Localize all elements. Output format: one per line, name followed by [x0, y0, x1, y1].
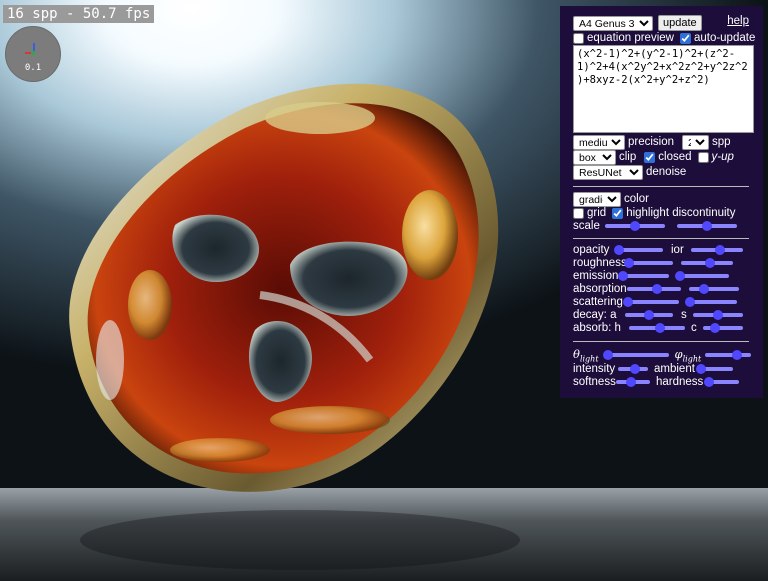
clip-select[interactable]: box [573, 149, 616, 165]
grid-checkbox[interactable] [573, 207, 584, 219]
slider-knob[interactable] [630, 221, 640, 231]
slider-knob[interactable] [732, 350, 743, 360]
closed-checkbox[interactable] [644, 151, 656, 163]
floor-reflection [80, 510, 520, 570]
divider [573, 186, 749, 187]
ambient-slider[interactable] [695, 364, 733, 374]
emission-slider[interactable] [618, 271, 669, 281]
decay-a-slider[interactable] [625, 310, 673, 320]
equation-preview-checkbox[interactable] [573, 32, 584, 44]
softness-slider[interactable] [616, 377, 650, 387]
slider-knob[interactable] [710, 323, 720, 333]
absorb-h-label: absorb: h [573, 322, 621, 334]
absorption-slider[interactable] [627, 284, 681, 294]
intensity-slider[interactable] [618, 364, 648, 374]
auto-update-label: auto-update [693, 32, 756, 44]
slider-knob[interactable] [704, 258, 715, 268]
precision-label: precision [628, 136, 675, 148]
hardness-slider[interactable] [703, 377, 740, 387]
scale-slider-2[interactable] [677, 221, 737, 231]
slider-knob[interactable] [702, 221, 712, 231]
precision-select[interactable]: medium [573, 134, 625, 150]
fps-counter: 16 spp - 50.7 fps [3, 5, 155, 23]
emission-slider-2[interactable] [674, 271, 729, 281]
slider-knob[interactable] [651, 284, 662, 294]
opacity-slider[interactable] [614, 245, 663, 255]
clip-label: clip [619, 151, 637, 163]
divider [573, 341, 749, 342]
absorb-c-slider[interactable] [703, 323, 743, 333]
preset-select[interactable]: A4 Genus 3 [573, 15, 653, 31]
spp-select[interactable]: 2⁴ [682, 134, 710, 150]
absorb-h-slider[interactable] [629, 323, 685, 333]
y-up-checkbox[interactable] [697, 151, 709, 163]
slider-knob[interactable] [629, 364, 640, 374]
equation-input[interactable]: (x^2-1)^2+(y^2-1)^2+(z^2-1)^2+4(x^2y^2+x… [573, 45, 754, 133]
control-panel: A4 Genus 3 update help equation preview … [560, 6, 763, 398]
slider-knob[interactable] [684, 297, 695, 307]
denoise-select[interactable]: ResUNet 2 [573, 164, 643, 180]
auto-update-checkbox[interactable] [679, 32, 691, 44]
slider-knob[interactable] [674, 271, 685, 281]
ior-slider[interactable] [691, 245, 743, 255]
highlight-discontinuity-checkbox[interactable] [612, 207, 624, 219]
slider-knob[interactable] [602, 350, 613, 360]
equation-preview-label: equation preview [587, 32, 674, 44]
scale-slider-1[interactable] [605, 221, 665, 231]
slider-knob[interactable] [624, 258, 635, 268]
y-up-label: y-up [711, 151, 734, 163]
slider-knob[interactable] [713, 310, 723, 320]
roughness-slider-2[interactable] [681, 258, 733, 268]
theta-light-slider[interactable] [602, 350, 669, 360]
axes-gizmo[interactable]: 0.1 [5, 26, 61, 82]
help-link[interactable]: help [727, 15, 749, 27]
absorb-c-label: c [691, 322, 697, 334]
z-axis-icon [31, 51, 35, 55]
decay-s-slider[interactable] [693, 310, 743, 320]
slider-knob[interactable] [695, 364, 706, 374]
phi-light-slider[interactable] [705, 350, 752, 360]
scale-label: scale [573, 220, 600, 232]
absorption-slider-2[interactable] [689, 284, 739, 294]
slider-knob[interactable] [703, 377, 714, 387]
softness-label: softness [573, 376, 616, 388]
hardness-label: hardness [656, 376, 704, 388]
scattering-slider[interactable] [622, 297, 679, 307]
closed-label: closed [658, 151, 692, 163]
update-button[interactable]: update [658, 15, 702, 31]
slider-knob[interactable] [654, 323, 665, 333]
slider-knob[interactable] [699, 284, 709, 294]
denoise-label: denoise [646, 166, 687, 178]
roughness-slider[interactable] [624, 258, 673, 268]
slider-knob[interactable] [622, 297, 633, 307]
slider-knob[interactable] [618, 271, 629, 281]
slider-knob[interactable] [626, 377, 637, 387]
scattering-slider-2[interactable] [684, 297, 737, 307]
zoom-readout: 0.1 [24, 63, 42, 73]
divider [573, 238, 749, 239]
slider-knob[interactable] [644, 310, 654, 320]
color-label: color [624, 193, 649, 205]
spp-label: spp [712, 136, 731, 148]
slider-knob[interactable] [614, 245, 625, 255]
slider-knob[interactable] [714, 245, 725, 255]
